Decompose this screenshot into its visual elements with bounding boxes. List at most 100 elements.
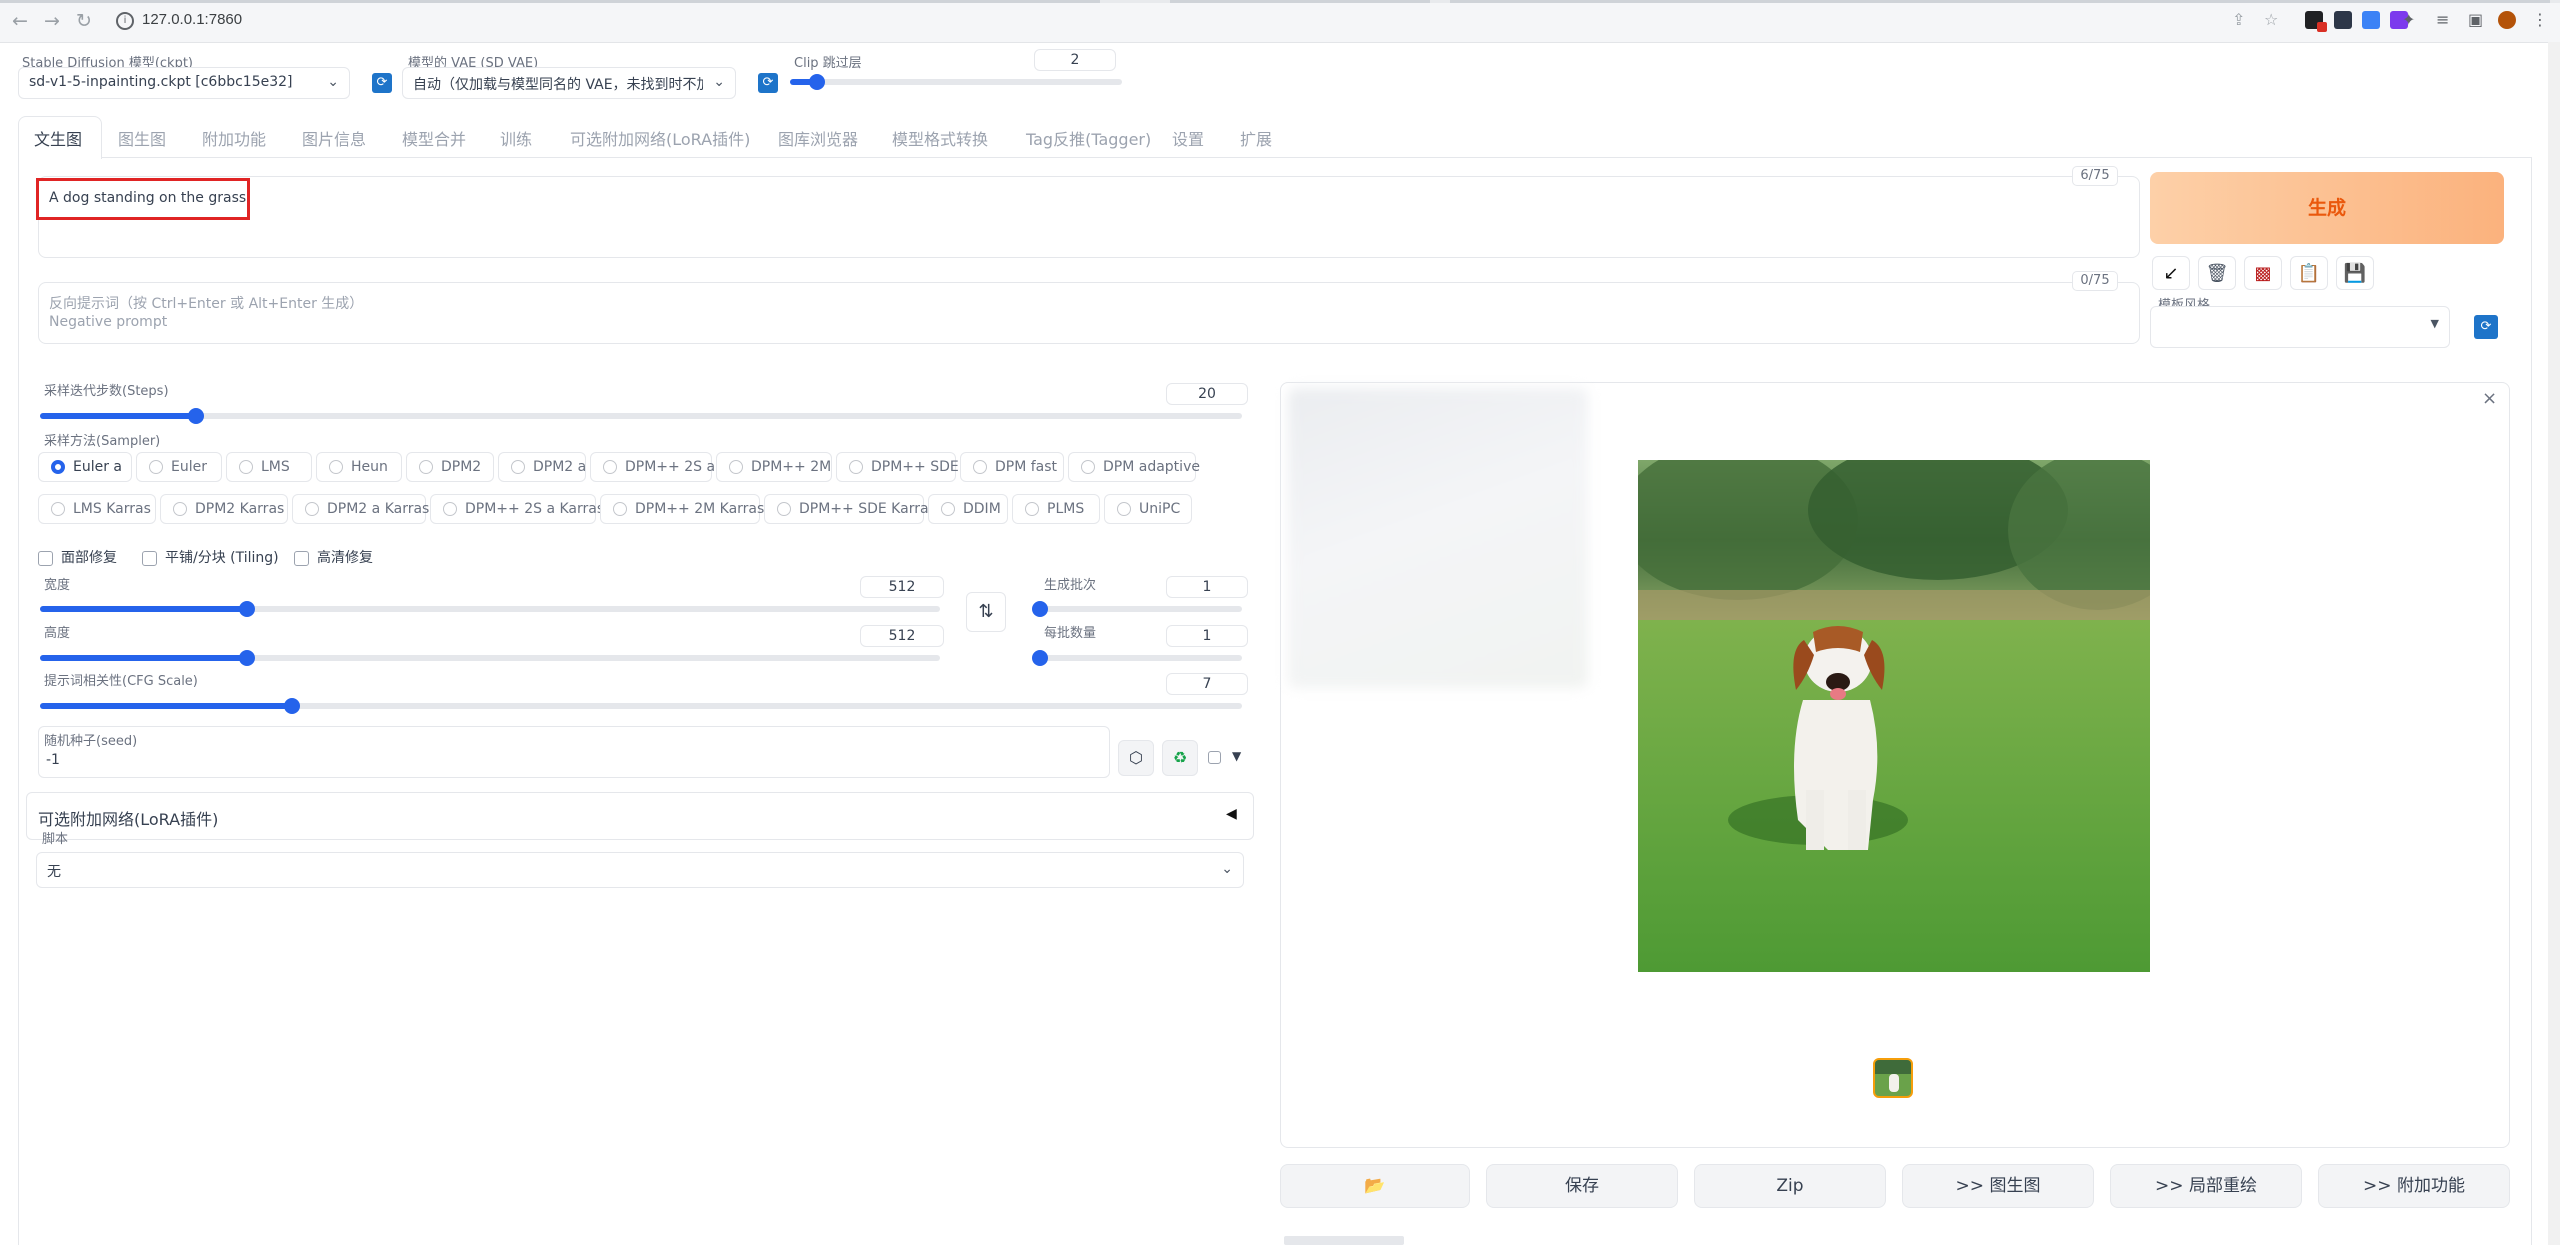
steps-number-input[interactable]: 20 (1166, 383, 1248, 405)
sampler-radio[interactable]: LMS (226, 452, 312, 482)
sampler-radio[interactable]: DPM++ 2S a (590, 452, 715, 482)
star-icon[interactable]: ☆ (2264, 10, 2278, 29)
clip-number-input[interactable]: 2 (1034, 49, 1116, 71)
script-select[interactable]: 无 ⌄ (36, 852, 1244, 888)
hires-fix-checkbox[interactable]: 高清修复 (294, 547, 373, 567)
sampler-radio[interactable]: DPM++ SDE Karras (764, 494, 936, 524)
tab-2[interactable]: 附加功能 (202, 126, 266, 150)
reload-icon[interactable]: ↻ (76, 10, 92, 32)
model-select[interactable]: sd-v1-5-inpainting.ckpt [c6bbc15e32] ⌄ (18, 67, 350, 99)
sampler-radio[interactable]: Heun (316, 452, 402, 482)
clipboard-icon[interactable]: 📋 (2290, 256, 2328, 290)
share-icon[interactable]: ⇪ (2232, 10, 2245, 29)
tab-5[interactable]: 训练 (500, 126, 532, 150)
width-number-input[interactable]: 512 (860, 576, 944, 598)
tab-4[interactable]: 模型合并 (402, 126, 466, 150)
width-slider[interactable] (40, 601, 940, 617)
generate-button[interactable]: 生成 (2150, 172, 2504, 244)
refresh-icon[interactable]: ⟳ (372, 73, 392, 93)
forward-icon[interactable]: → (44, 10, 60, 32)
zip-button[interactable]: Zip (1694, 1164, 1886, 1208)
generated-image[interactable] (1638, 460, 2150, 972)
prompt-textarea[interactable] (38, 176, 2140, 258)
height-slider[interactable] (40, 650, 940, 666)
sampler-radio[interactable]: DPM2 a (498, 452, 586, 482)
extension-icon[interactable] (2305, 11, 2327, 32)
sampler-radio[interactable]: DDIM (928, 494, 1008, 524)
steps-slider[interactable] (40, 408, 1242, 424)
thumbnail[interactable] (1873, 1058, 1913, 1098)
refresh-icon[interactable]: ⟳ (2474, 315, 2498, 339)
dice-icon[interactable]: ⬡ (1118, 740, 1154, 776)
recycle-icon[interactable]: ♻ (1162, 740, 1198, 776)
tab-1[interactable]: 图生图 (118, 126, 166, 150)
caret-left-icon[interactable]: ◀ (1226, 806, 1237, 822)
sampler-radio[interactable]: DPM adaptive (1068, 452, 1200, 482)
sampler-radio[interactable]: Euler a (38, 452, 132, 482)
sampler-radio[interactable]: UniPC (1104, 494, 1192, 524)
tiling-checkbox[interactable]: 平铺/分块 (Tiling) (142, 547, 279, 567)
extension-icon[interactable] (2334, 11, 2352, 29)
sampler-radio[interactable]: DPM++ 2M Karras (600, 494, 764, 524)
sampler-radio[interactable]: PLMS (1012, 494, 1100, 524)
tab-8[interactable]: 模型格式转换 (892, 126, 988, 150)
save-style-icon[interactable]: 💾 (2336, 256, 2374, 290)
open-folder-icon[interactable]: 📂 (1280, 1164, 1470, 1208)
menu-icon[interactable]: ⋮ (2532, 10, 2548, 29)
slider-thumb[interactable] (1032, 650, 1048, 666)
height-number-input[interactable]: 512 (860, 625, 944, 647)
caret-down-icon[interactable]: ▼ (1232, 749, 1241, 763)
tab-11[interactable]: 扩展 (1240, 126, 1272, 150)
tab-3[interactable]: 图片信息 (302, 126, 366, 150)
trash-icon[interactable]: 🗑 (2198, 256, 2236, 290)
avatar[interactable] (2498, 11, 2516, 29)
sampler-radio[interactable]: DPM fast (960, 452, 1064, 482)
tab-7[interactable]: 图库浏览器 (778, 126, 858, 150)
face-restore-checkbox[interactable]: 面部修复 (38, 547, 117, 567)
slider-thumb[interactable] (808, 74, 825, 90)
slider-thumb[interactable] (239, 650, 255, 666)
extra-seed-checkbox[interactable] (1208, 751, 1221, 764)
seed-input[interactable] (38, 726, 1110, 778)
save-button[interactable]: 保存 (1486, 1164, 1678, 1208)
reading-list-icon[interactable]: ≡ (2436, 10, 2449, 29)
batch-count-slider[interactable] (1032, 601, 1242, 617)
style-card-icon[interactable]: ▩ (2244, 256, 2282, 290)
send-to-img2img-button[interactable]: >> 图生图 (1902, 1164, 2094, 1208)
batch-count-number-input[interactable]: 1 (1166, 576, 1248, 598)
tab-9[interactable]: Tag反推(Tagger) (1026, 126, 1151, 150)
info-icon[interactable]: i (116, 12, 134, 30)
sampler-radio[interactable]: LMS Karras (38, 494, 156, 524)
slider-thumb[interactable] (239, 601, 255, 617)
send-to-extras-button[interactable]: >> 附加功能 (2318, 1164, 2510, 1208)
paste-params-icon[interactable]: ↙ (2152, 256, 2190, 290)
refresh-icon[interactable]: ⟳ (758, 73, 778, 93)
sampler-radio[interactable]: DPM2 (406, 452, 494, 482)
address-bar[interactable]: i 127.0.0.1:7860 (100, 8, 2280, 34)
tab-6[interactable]: 可选附加网络(LoRA插件) (570, 126, 750, 150)
slider-thumb[interactable] (1032, 601, 1048, 617)
batch-size-number-input[interactable]: 1 (1166, 625, 1248, 647)
sampler-radio[interactable]: Euler (136, 452, 222, 482)
sampler-radio[interactable]: DPM++ 2S a Karras (430, 494, 604, 524)
swap-dimensions-icon[interactable]: ⇅ (966, 592, 1006, 632)
sampler-radio[interactable]: DPM2 a Karras (292, 494, 429, 524)
sidebar-icon[interactable]: ▣ (2468, 10, 2483, 29)
scrollbar[interactable] (2548, 42, 2560, 1245)
cfg-number-input[interactable]: 7 (1166, 673, 1248, 695)
close-icon[interactable]: × (2482, 388, 2497, 409)
vae-select[interactable]: 自动（仅加载与模型同名的 VAE，未找到时不加载） ⌄ (402, 67, 736, 99)
batch-size-slider[interactable] (1032, 650, 1242, 666)
negative-prompt-textarea[interactable] (38, 282, 2140, 344)
extension-icon[interactable] (2362, 11, 2380, 29)
cfg-slider[interactable] (40, 698, 1242, 714)
send-to-inpaint-button[interactable]: >> 局部重绘 (2110, 1164, 2302, 1208)
sampler-radio[interactable]: DPM++ SDE (836, 452, 959, 482)
puzzle-icon[interactable]: ✦ (2402, 10, 2415, 29)
style-select[interactable]: ▼ (2150, 306, 2450, 348)
clip-slider[interactable] (790, 74, 1122, 90)
sampler-radio[interactable]: DPM++ 2M (716, 452, 832, 482)
tab-10[interactable]: 设置 (1172, 126, 1204, 150)
tab-0[interactable]: 文生图 (34, 126, 82, 150)
back-icon[interactable]: ← (12, 10, 28, 32)
